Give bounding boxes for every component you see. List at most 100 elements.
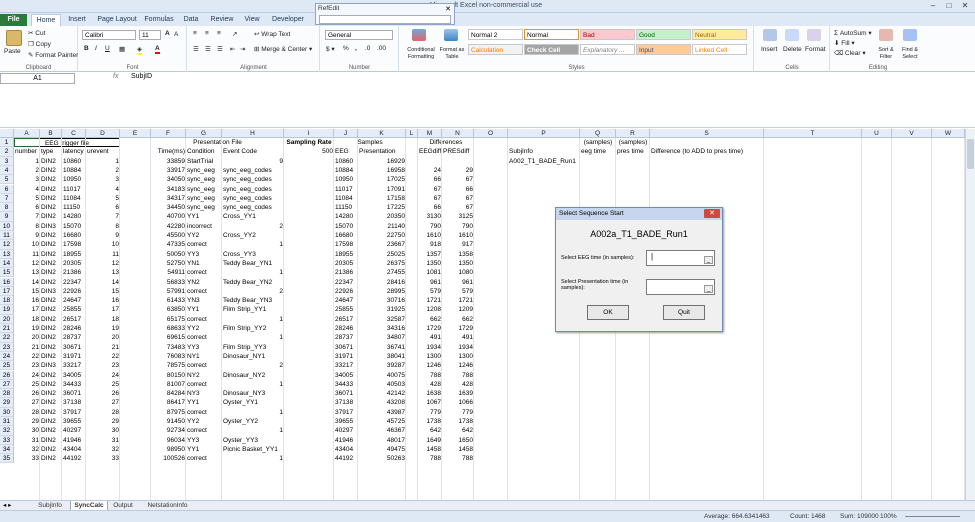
conditional-formatting-icon[interactable] [412,29,426,41]
cell-eeg[interactable]: 44192 [334,454,358,463]
cell-eeg[interactable]: 11017 [334,185,358,194]
cell-time[interactable]: 87975 [151,408,186,417]
cell-eegdiff[interactable]: 1638 [418,389,442,398]
cell-presentation[interactable]: 50263 [358,454,406,463]
find-select-icon[interactable] [903,29,917,41]
tab-page-layout[interactable]: Page Layout [94,14,140,26]
cell-presdiff[interactable]: 66 [442,185,474,194]
row-header[interactable]: 22 [0,333,14,343]
cell-presdiff[interactable]: 1721 [442,296,474,305]
format-cells-button[interactable]: Format [805,46,826,53]
cell-number[interactable]: 7 [14,212,40,221]
cell-condition[interactable]: YY3 [186,436,222,445]
row-header[interactable]: 26 [0,370,14,380]
cell-condition[interactable]: correct [186,454,222,463]
tab-data[interactable]: Data [179,14,203,26]
pres-time-input[interactable]: _ [646,279,715,295]
header-difference[interactable]: Difference (to ADD to pres time) [650,147,764,156]
cell-latency[interactable]: 37917 [62,408,86,417]
cell-number[interactable]: 27 [14,398,40,407]
cell-condition[interactable]: sync_eeg [186,185,222,194]
cell-type[interactable]: DIN2 [40,259,62,268]
vertical-scrollbar[interactable] [965,129,975,500]
cell-presentation[interactable]: 34807 [358,333,406,342]
style-calculation[interactable]: Calculation [468,44,523,55]
tab-developer[interactable]: Developer [268,14,308,26]
cell-number[interactable]: 13 [14,268,40,277]
decrease-decimal-icon[interactable]: .00 [377,45,386,52]
cell-eegdiff[interactable]: 1246 [418,361,442,370]
cell-latency[interactable]: 15070 [62,222,86,231]
cell-latency[interactable]: 14280 [62,212,86,221]
cell-latency[interactable]: 17598 [62,240,86,249]
column-header-e[interactable]: E [120,129,151,138]
style-linked-cell[interactable]: Linked Cell [692,44,747,55]
cell-type[interactable]: DIN2 [40,315,62,324]
cell-presdiff[interactable]: 1300 [442,352,474,361]
cell-event-code[interactable]: sync_eeg_codes [222,194,284,203]
cell-presentation[interactable]: 17158 [358,194,406,203]
cell-eegdiff[interactable]: 579 [418,287,442,296]
cell-time[interactable]: 81007 [151,380,186,389]
style-normal[interactable]: Normal [524,29,579,40]
cell-latency[interactable]: 10860 [62,157,86,166]
row-header[interactable]: 30 [0,407,14,417]
row-header[interactable]: 5 [0,175,14,185]
cell-condition[interactable]: correct [186,426,222,435]
header-urevent[interactable]: urevent [86,147,120,156]
column-header-q[interactable]: Q [580,129,616,138]
cell-presentation[interactable]: 39287 [358,361,406,370]
cell-presdiff[interactable]: 642 [442,426,474,435]
cell-urevent[interactable]: 27 [86,398,120,407]
tab-home[interactable]: Home [31,14,61,26]
style-explanatory[interactable]: Explanatory ... [580,44,635,55]
cell-event-code[interactable]: 1 [222,240,284,249]
cell-latency[interactable]: 28737 [62,333,86,342]
cell-event-code[interactable]: sync_eeg_codes [222,203,284,212]
cell-type[interactable]: DIN2 [40,417,62,426]
cell-condition[interactable]: YN3 [186,296,222,305]
cell-eegdiff[interactable]: 1721 [418,296,442,305]
cell-eegdiff[interactable]: 918 [418,240,442,249]
cell-time[interactable]: 63850 [151,305,186,314]
cell-type[interactable]: DIN2 [40,324,62,333]
cell-number[interactable]: 4 [14,185,40,194]
cell-eeg[interactable]: 34005 [334,371,358,380]
cell-condition[interactable]: incorrect [186,222,222,231]
format-painter-button[interactable]: ✎ Format Painter [28,51,78,59]
cell-presentation[interactable]: 45725 [358,417,406,426]
cell-latency[interactable]: 10950 [62,175,86,184]
cell-type[interactable]: DIN2 [40,389,62,398]
sampling-rate-header[interactable]: Sampling Rate [284,138,334,147]
cell-eegdiff[interactable]: 642 [418,426,442,435]
shrink-font-icon[interactable]: A [174,31,178,38]
row-header[interactable]: 25 [0,361,14,371]
cell-presdiff[interactable]: 662 [442,315,474,324]
cell-presdiff[interactable]: 790 [442,222,474,231]
cell-time[interactable]: 96034 [151,436,186,445]
row-header[interactable]: 2 [0,147,14,157]
select-all-corner[interactable] [0,129,14,138]
cell-latency[interactable]: 39655 [62,417,86,426]
cell-eegdiff[interactable]: 1934 [418,343,442,352]
cell-urevent[interactable]: 24 [86,371,120,380]
decrease-indent-icon[interactable]: ⇤ [230,45,235,53]
cell-condition[interactable]: correct [186,268,222,277]
cell-presdiff[interactable]: 428 [442,380,474,389]
column-header-f[interactable]: F [151,129,186,138]
cell-event-code[interactable]: Dinosaur_NY3 [222,389,284,398]
cell-eegdiff[interactable]: 779 [418,408,442,417]
cell-presdiff[interactable]: 67 [442,194,474,203]
scrollbar-thumb[interactable] [967,139,974,169]
cell-condition[interactable]: correct [186,287,222,296]
cell-eeg[interactable]: 37917 [334,408,358,417]
spreadsheet-grid[interactable]: ABCDEFGHIJKLMNOPQRSTUVW 1 2 3 4 5 6 7 8 9 10 11 12 1… [0,129,965,500]
cell-urevent[interactable]: 22 [86,352,120,361]
cell-urevent[interactable]: 32 [86,445,120,454]
cell-number[interactable]: 31 [14,436,40,445]
comma-icon[interactable]: , [355,45,357,52]
cell-time[interactable]: 86417 [151,398,186,407]
cell-presentation[interactable]: 43208 [358,398,406,407]
cell-time[interactable]: 42280 [151,222,186,231]
formula-input[interactable]: SubjID [131,73,152,80]
